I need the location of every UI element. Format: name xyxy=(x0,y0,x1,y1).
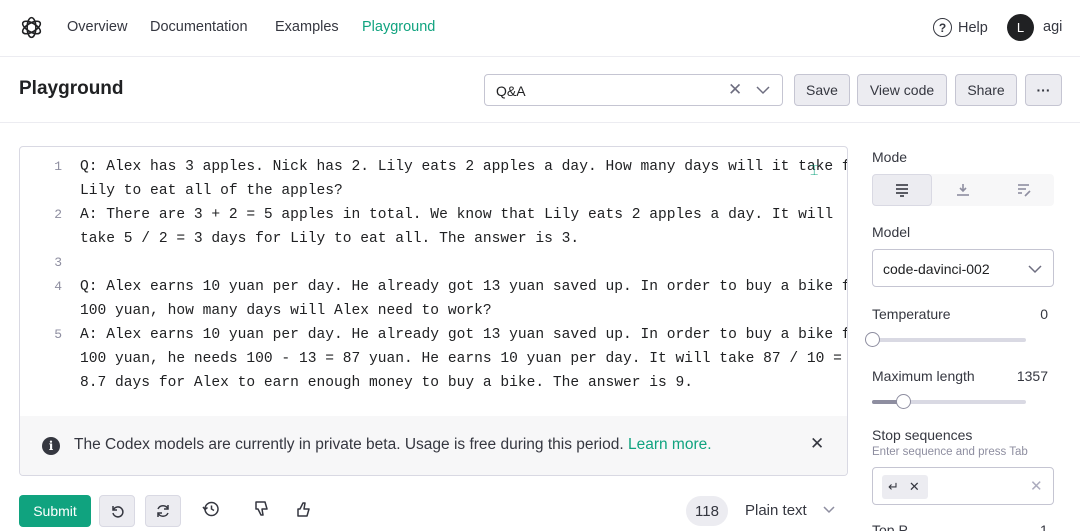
temperature-slider[interactable] xyxy=(865,332,1026,347)
regenerate-button[interactable] xyxy=(145,495,181,527)
help-link[interactable]: ? Help xyxy=(933,18,988,37)
avatar[interactable]: L xyxy=(1007,14,1034,41)
stop-sequences-input[interactable]: ↵ ✕ ✕ xyxy=(872,467,1054,505)
submit-button[interactable]: Submit xyxy=(19,495,91,527)
nav-overview[interactable]: Overview xyxy=(67,19,127,35)
stop-sequences-label: Stop sequences xyxy=(872,427,973,443)
complete-mode-icon xyxy=(896,184,908,197)
preset-select[interactable]: Q&A ✕ xyxy=(484,74,783,106)
temperature-thumb[interactable] xyxy=(865,332,880,347)
preset-value: Q&A xyxy=(496,83,526,99)
nav-documentation[interactable]: Documentation xyxy=(150,19,248,35)
close-icon[interactable]: ✕ xyxy=(728,80,742,100)
line-number: 3 xyxy=(54,255,62,270)
line-number: 5 xyxy=(54,327,62,342)
max-length-label: Maximum length xyxy=(872,368,975,384)
banner-text: The Codex models are currently in privat… xyxy=(74,436,712,454)
user-name[interactable]: agi xyxy=(1043,19,1062,35)
insert-mode-icon xyxy=(957,184,969,196)
top-nav: Overview Documentation Examples Playgrou… xyxy=(0,0,1080,57)
line-text[interactable]: Lily to eat all of the apples? xyxy=(80,183,343,199)
nav-examples[interactable]: Examples xyxy=(275,19,339,35)
return-key-icon: ↵ xyxy=(888,479,899,494)
line-text[interactable]: 100 yuan, he needs 100 - 13 = 87 yuan. H… xyxy=(80,351,842,367)
model-value: code-davinci-002 xyxy=(883,261,990,277)
max-length-value[interactable]: 1357 xyxy=(990,368,1048,384)
line-text[interactable]: take 5 / 2 = 3 days for Lily to eat all.… xyxy=(80,231,579,247)
thumbs-up-icon[interactable] xyxy=(295,500,311,518)
mode-toggle[interactable] xyxy=(872,174,1054,206)
help-label: Help xyxy=(958,19,988,36)
clear-stop-sequences-icon[interactable]: ✕ xyxy=(1030,477,1043,495)
undo-button[interactable] xyxy=(99,495,135,527)
top-p-label: Top P xyxy=(872,522,908,531)
format-chevron-down-icon[interactable] xyxy=(822,500,836,520)
stop-sequence-chip[interactable]: ↵ ✕ xyxy=(882,475,928,499)
mode-complete[interactable] xyxy=(872,174,932,206)
nav-playground[interactable]: Playground xyxy=(362,19,435,35)
undo-icon xyxy=(112,506,124,518)
model-chevron-down-icon xyxy=(1028,265,1042,274)
model-select[interactable]: code-davinci-002 xyxy=(872,249,1054,287)
line-text[interactable]: 100 yuan, how many days will Alex need t… xyxy=(80,303,492,319)
page-title: Playground xyxy=(19,78,124,99)
line-number: 4 xyxy=(54,279,62,294)
line-text[interactable]: 8.7 days for Alex to earn enough money t… xyxy=(80,375,693,391)
header-divider xyxy=(0,122,1080,123)
line-number: 2 xyxy=(54,207,62,222)
temperature-value[interactable]: 0 xyxy=(1000,306,1048,322)
openai-logo-icon[interactable] xyxy=(19,15,44,40)
info-icon: i xyxy=(42,437,60,455)
top-p-value: 1 xyxy=(1040,522,1048,531)
learn-more-link[interactable]: Learn more. xyxy=(628,436,712,453)
save-button[interactable]: Save xyxy=(794,74,850,106)
text-cursor-icon: ⌶ xyxy=(810,162,819,178)
banner-message: The Codex models are currently in privat… xyxy=(74,436,628,453)
mode-label: Mode xyxy=(872,149,908,165)
mode-insert[interactable] xyxy=(933,174,993,206)
token-count: 118 xyxy=(686,496,728,526)
prompt-editor[interactable]: 1 Q: Alex has 3 apples. Nick has 2. Lily … xyxy=(19,146,848,476)
line-text[interactable]: Q: Alex has 3 apples. Nick has 2. Lily e… xyxy=(80,159,847,175)
line-text[interactable]: A: Alex earns 10 yuan per day. He alread… xyxy=(80,327,847,343)
help-icon: ? xyxy=(933,18,952,37)
chevron-down-icon[interactable] xyxy=(755,79,771,101)
stop-sequences-hint: Enter sequence and press Tab xyxy=(872,446,1028,458)
more-button[interactable]: ··· xyxy=(1025,74,1062,106)
thumbs-down-icon[interactable] xyxy=(253,500,269,518)
banner-close-icon[interactable]: ✕ xyxy=(810,434,824,454)
regenerate-icon xyxy=(157,505,169,517)
model-label: Model xyxy=(872,224,911,240)
share-button[interactable]: Share xyxy=(955,74,1017,106)
beta-banner: i The Codex models are currently in priv… xyxy=(20,416,847,475)
temperature-label: Temperature xyxy=(872,306,951,322)
history-icon[interactable] xyxy=(202,500,220,518)
max-length-thumb[interactable] xyxy=(895,394,911,409)
chip-remove-icon[interactable]: ✕ xyxy=(909,479,920,495)
max-length-slider[interactable] xyxy=(872,394,1026,409)
edit-mode-icon xyxy=(1018,184,1031,197)
line-text[interactable]: A: There are 3 + 2 = 5 apples in total. … xyxy=(80,207,833,223)
line-number: 1 xyxy=(54,159,62,174)
mode-edit[interactable] xyxy=(994,174,1054,206)
view-code-button[interactable]: View code xyxy=(857,74,947,106)
format-select[interactable]: Plain text xyxy=(745,502,807,519)
line-text[interactable]: Q: Alex earns 10 yuan per day. He alread… xyxy=(80,279,847,295)
